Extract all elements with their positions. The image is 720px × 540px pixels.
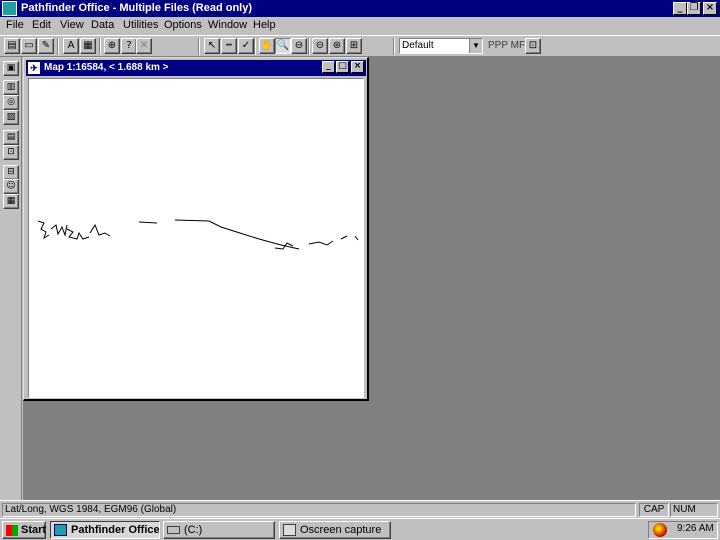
gps-track-segment — [138, 221, 158, 224]
left-toolbar: ▣ ▥ ◎ ▨ ▤ ⊡ ⊟ ⊞ ☺ ▦ — [0, 57, 22, 500]
coordinate-system-status: Lat/Long, WGS 1984, EGM96 (Global) — [2, 503, 636, 517]
pathfinder-app-icon — [54, 524, 67, 536]
select-arrow-icon[interactable]: ↖ — [204, 38, 220, 54]
open-icon[interactable]: ▤ — [4, 38, 20, 54]
menu-data[interactable]: Data — [91, 19, 114, 31]
task-pathfinder-office[interactable]: Pathfinder Office — [50, 521, 160, 539]
status-bar: Lat/Long, WGS 1984, EGM96 (Global) CAP N… — [0, 500, 720, 518]
font-icon[interactable]: A — [63, 38, 79, 54]
edit-icon[interactable]: ✎ — [38, 38, 54, 54]
menu-bar: File Edit View Data Utilities Options Wi… — [0, 17, 720, 35]
table-icon[interactable]: ▦ — [80, 38, 96, 54]
drive-icon — [167, 526, 180, 534]
gps-track-segment — [174, 219, 300, 250]
app-title-bar[interactable]: Pathfinder Office - Multiple Files (Read… — [0, 0, 720, 17]
task-label: Pathfinder Office — [71, 524, 160, 536]
chevron-down-icon[interactable]: ▼ — [469, 39, 482, 53]
attribute-icon[interactable]: ▤ — [3, 130, 19, 145]
taskbar: Start Pathfinder Office (C:) Oscreen cap… — [0, 518, 720, 540]
map-view-icon[interactable]: ▣ — [3, 61, 19, 76]
map-maximize-button[interactable]: □ — [336, 61, 349, 73]
time-line-icon[interactable]: ▥ — [3, 80, 19, 95]
gps-track-segment — [50, 224, 68, 237]
restore-button[interactable]: ❐ — [687, 2, 701, 15]
differential-icon[interactable]: ⊡ — [3, 145, 19, 160]
style-select[interactable]: Default ▼ — [399, 38, 483, 54]
menu-edit[interactable]: Edit — [32, 19, 51, 31]
toolbar-separator — [308, 38, 310, 55]
query-icon[interactable]: ? — [121, 38, 137, 54]
data-dictionary-icon[interactable]: ▦ — [3, 194, 19, 209]
clock[interactable]: 9:26 AM — [677, 523, 714, 534]
map-window-title-bar[interactable]: ✈ Map 1:16584, < 1.688 km > _ □ × — [26, 60, 366, 76]
task-label: Oscreen capture — [300, 524, 382, 536]
zoom-out-icon[interactable]: ⊖ — [291, 38, 307, 54]
gps-track-segment — [354, 235, 359, 241]
map-window-icon: ✈ — [28, 62, 40, 74]
style-select-value: Default — [402, 40, 434, 51]
app-title: Pathfinder Office - Multiple Files (Read… — [21, 2, 253, 14]
menu-view[interactable]: View — [60, 19, 84, 31]
zoom-in-icon[interactable]: 🔍 — [275, 38, 291, 54]
pencil-icon[interactable]: ✓ — [238, 38, 254, 54]
gps-track-segment — [340, 235, 348, 240]
toolbar-separator — [99, 38, 101, 55]
gps-track-segment — [66, 228, 90, 240]
task-label: (C:) — [184, 524, 203, 536]
map-canvas[interactable] — [28, 78, 364, 398]
menu-options[interactable]: Options — [164, 19, 202, 31]
format-label: PPP MF — [488, 40, 526, 51]
import-icon[interactable]: ⊟ — [3, 165, 19, 180]
task-drive-c[interactable]: (C:) — [163, 521, 275, 539]
gps-track-segment — [308, 240, 334, 246]
pathfinder-app-icon[interactable] — [2, 1, 17, 16]
layer-icon[interactable]: ⊕ — [104, 38, 120, 54]
close-button[interactable]: × — [703, 2, 717, 15]
position-icon[interactable]: ◎ — [3, 95, 19, 110]
task-screen-capture[interactable]: Oscreen capture — [279, 521, 391, 539]
properties-icon[interactable]: ⊡ — [525, 38, 541, 54]
map-window-title: Map 1:16584, < 1.688 km > — [44, 62, 169, 73]
zoom-extents-icon[interactable]: ⊛ — [329, 38, 345, 54]
person-icon[interactable]: ☺ — [3, 179, 19, 194]
toolbar-separator — [254, 38, 256, 55]
menu-window[interactable]: Window — [208, 19, 247, 31]
satellite-icon[interactable]: ▨ — [3, 110, 19, 125]
toolbar-separator — [393, 38, 395, 55]
map-minimize-button[interactable]: _ — [322, 61, 335, 73]
menu-file[interactable]: File — [6, 19, 24, 31]
crossed-icon[interactable]: ✕ — [136, 38, 152, 54]
save-icon[interactable]: ▭ — [21, 38, 37, 54]
map-window[interactable]: ✈ Map 1:16584, < 1.688 km > _ □ × — [23, 57, 369, 401]
start-label: Start — [21, 524, 47, 536]
windows-logo-icon — [6, 525, 18, 536]
toolbar-separator — [57, 38, 59, 55]
gps-track-drawing — [37, 219, 359, 250]
pan-hand-icon[interactable]: ✋ — [259, 38, 275, 54]
main-toolbar: ▤ ▭ ✎ A ▦ ⊕ ? ✕ ↖ ┅ ✓ ✋ 🔍 ⊖ ⊝ ⊛ ⊞ Defaul… — [0, 35, 720, 57]
num-lock-indicator: NUM — [670, 503, 718, 517]
start-button[interactable]: Start — [2, 521, 46, 539]
gps-track-segment — [89, 223, 111, 237]
caps-lock-indicator: CAP — [639, 503, 669, 517]
zoom-previous-icon[interactable]: ⊝ — [312, 38, 328, 54]
zoom-all-icon[interactable]: ⊞ — [346, 38, 362, 54]
screen-capture-icon — [283, 524, 296, 536]
minimize-button[interactable]: _ — [673, 2, 687, 15]
toolbar-separator — [198, 38, 200, 55]
system-tray: 9:26 AM — [648, 521, 718, 539]
gps-track-segment — [37, 220, 50, 240]
menu-utilities[interactable]: Utilities — [123, 19, 158, 31]
map-close-button[interactable]: × — [351, 61, 364, 73]
measure-icon[interactable]: ┅ — [221, 38, 237, 54]
tray-app-icon[interactable] — [653, 523, 667, 537]
menu-help[interactable]: Help — [253, 19, 276, 31]
